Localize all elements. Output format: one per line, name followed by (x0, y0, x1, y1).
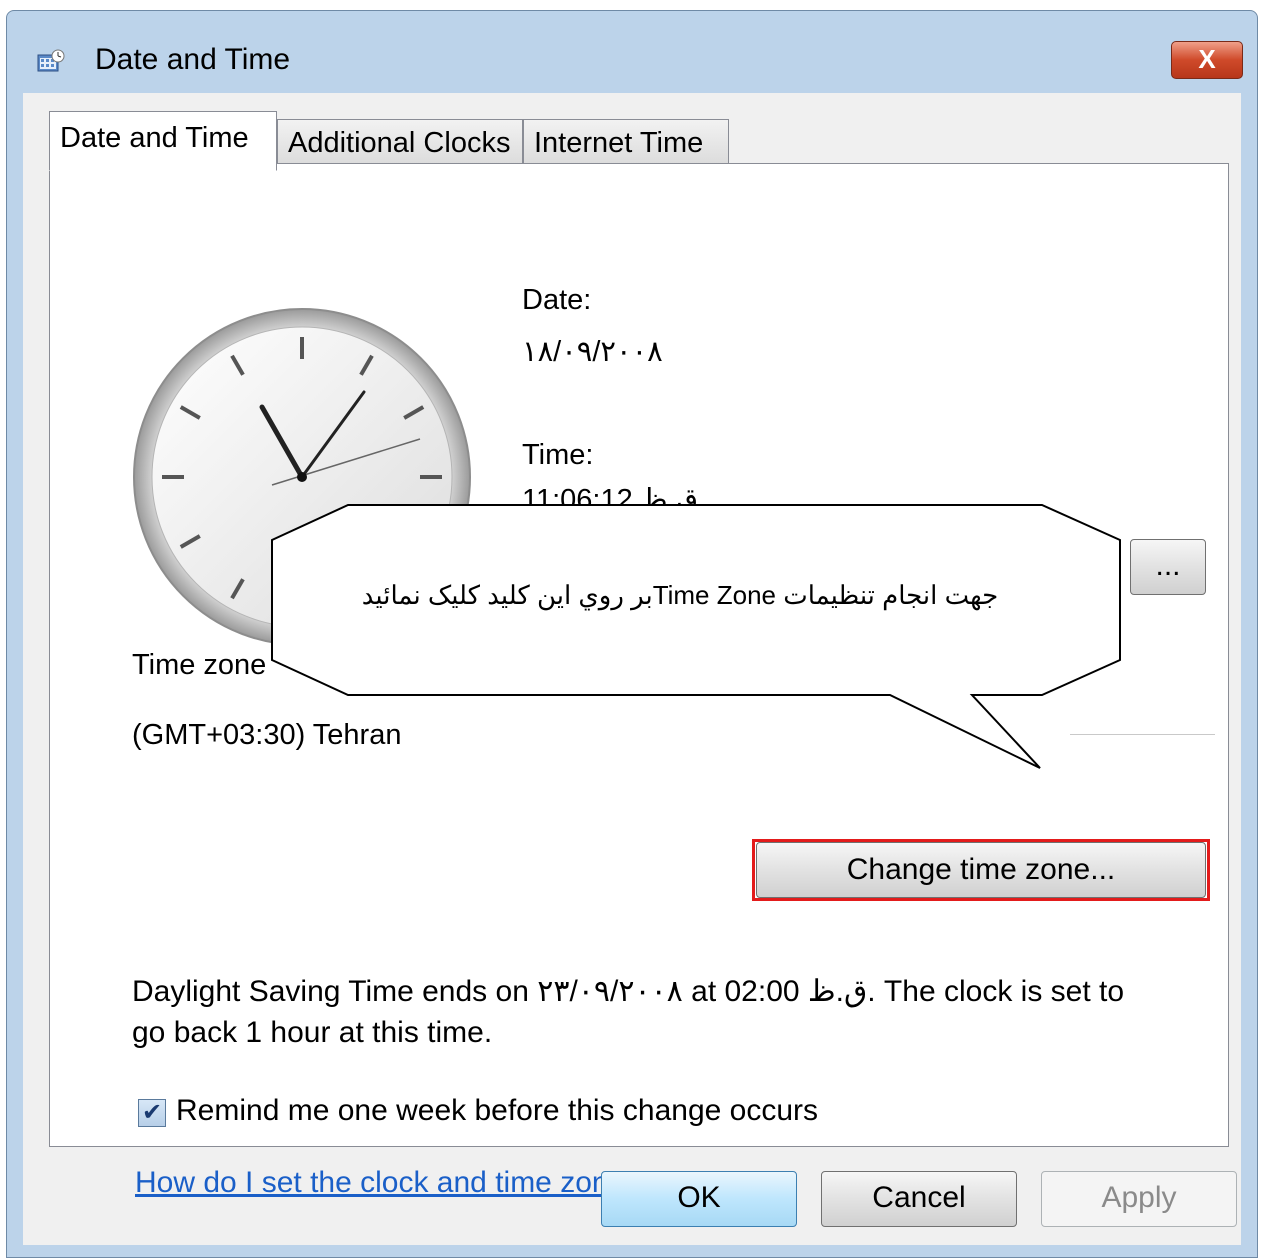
callout-bubble (271, 504, 1121, 769)
callout-text: جهت انجام تنظیمات Time Zoneبر روي اين كل… (361, 580, 999, 610)
tab-date-and-time[interactable]: Date and Time (49, 111, 277, 171)
tab-label: Date and Time (60, 122, 249, 154)
